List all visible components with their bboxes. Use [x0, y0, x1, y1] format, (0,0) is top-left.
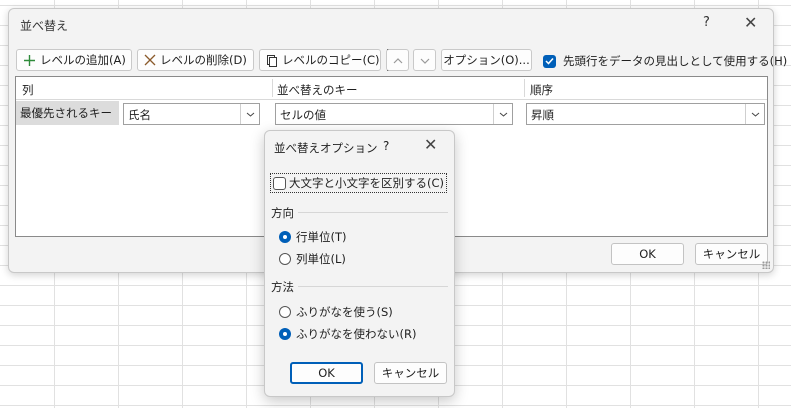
- chevron-down-icon: [493, 104, 512, 124]
- options-button[interactable]: オプション(O)...: [441, 49, 532, 71]
- sort-on-select-value: セルの値: [280, 108, 326, 122]
- case-sensitive-label: 大文字と小文字を区別する(C): [289, 176, 445, 190]
- method-no-furigana-radio[interactable]: ふりがなを使わない(R): [279, 326, 416, 342]
- header-divider: [524, 79, 525, 97]
- case-sensitive-checkbox[interactable]: 大文字と小文字を区別する(C): [270, 173, 448, 193]
- radio-selected-icon: [279, 328, 291, 340]
- direction-divider: [298, 212, 448, 213]
- row-label-primary-key[interactable]: 最優先されるキー: [16, 101, 119, 125]
- sort-on-select[interactable]: セルの値: [275, 103, 513, 125]
- direction-column-label: 列単位(L): [296, 252, 346, 266]
- sort-options-dialog: 並べ替えオプション ? ✕ 大文字と小文字を区別する(C) 方向 行単位(T) …: [264, 130, 455, 397]
- options-help-button[interactable]: ?: [383, 139, 389, 153]
- order-select[interactable]: 昇順: [526, 103, 765, 125]
- direction-row-label: 行単位(T): [296, 230, 347, 244]
- header-row-checkbox[interactable]: 先頭行をデータの見出しとして使用する(H): [543, 53, 787, 69]
- copy-icon: [266, 54, 278, 67]
- close-button[interactable]: ✕: [744, 13, 757, 32]
- header-divider: [272, 79, 273, 97]
- add-level-button[interactable]: レベルの追加(A): [16, 49, 132, 71]
- method-no-furigana-label: ふりがなを使わない(R): [296, 327, 417, 341]
- ok-button[interactable]: OK: [611, 243, 684, 265]
- cancel-button[interactable]: キャンセル: [695, 243, 768, 265]
- copy-level-label: レベルのコピー(C): [282, 53, 380, 67]
- options-dialog-title: 並べ替えオプション: [274, 141, 378, 155]
- checkbox-checked-icon: [543, 54, 556, 68]
- chevron-down-icon: [745, 104, 764, 124]
- direction-heading: 方向: [271, 206, 294, 220]
- x-icon: [144, 54, 156, 66]
- delete-level-button[interactable]: レベルの削除(D): [137, 49, 254, 71]
- dialog-title: 並べ替え: [20, 19, 69, 33]
- chevron-up-icon: [393, 53, 403, 67]
- move-down-button[interactable]: [413, 49, 436, 71]
- column-header-sort-on: 並べ替えのキー: [277, 83, 358, 97]
- column-header-column: 列: [22, 83, 34, 97]
- options-cancel-button[interactable]: キャンセル: [374, 362, 447, 384]
- options-close-button[interactable]: ✕: [424, 135, 437, 154]
- radio-unselected-icon: [279, 253, 291, 265]
- resize-grip[interactable]: [762, 261, 770, 269]
- options-ok-button[interactable]: OK: [290, 362, 363, 384]
- header-row-divider: [16, 99, 767, 100]
- column-header-order: 順序: [530, 83, 553, 97]
- move-up-button[interactable]: [386, 49, 409, 71]
- checkbox-unchecked-icon: [273, 176, 286, 190]
- help-button[interactable]: ?: [703, 15, 710, 30]
- column-select[interactable]: 氏名: [123, 103, 260, 125]
- chevron-down-icon: [240, 104, 259, 124]
- header-row-checkbox-label: 先頭行をデータの見出しとして使用する(H): [563, 54, 788, 68]
- method-heading: 方法: [271, 280, 294, 294]
- order-select-value: 昇順: [531, 108, 554, 122]
- plus-icon: [23, 54, 36, 67]
- direction-row-radio[interactable]: 行単位(T): [279, 229, 347, 245]
- delete-level-label: レベルの削除(D): [160, 53, 247, 67]
- direction-column-radio[interactable]: 列単位(L): [279, 251, 346, 267]
- radio-selected-icon: [279, 231, 291, 243]
- method-furigana-radio[interactable]: ふりがなを使う(S): [279, 304, 393, 320]
- method-furigana-label: ふりがなを使う(S): [296, 305, 393, 319]
- method-divider: [298, 286, 448, 287]
- radio-unselected-icon: [279, 306, 291, 318]
- copy-level-button[interactable]: レベルのコピー(C): [259, 49, 381, 71]
- add-level-label: レベルの追加(A): [40, 53, 126, 67]
- chevron-down-icon: [420, 53, 430, 67]
- column-select-value: 氏名: [128, 108, 151, 122]
